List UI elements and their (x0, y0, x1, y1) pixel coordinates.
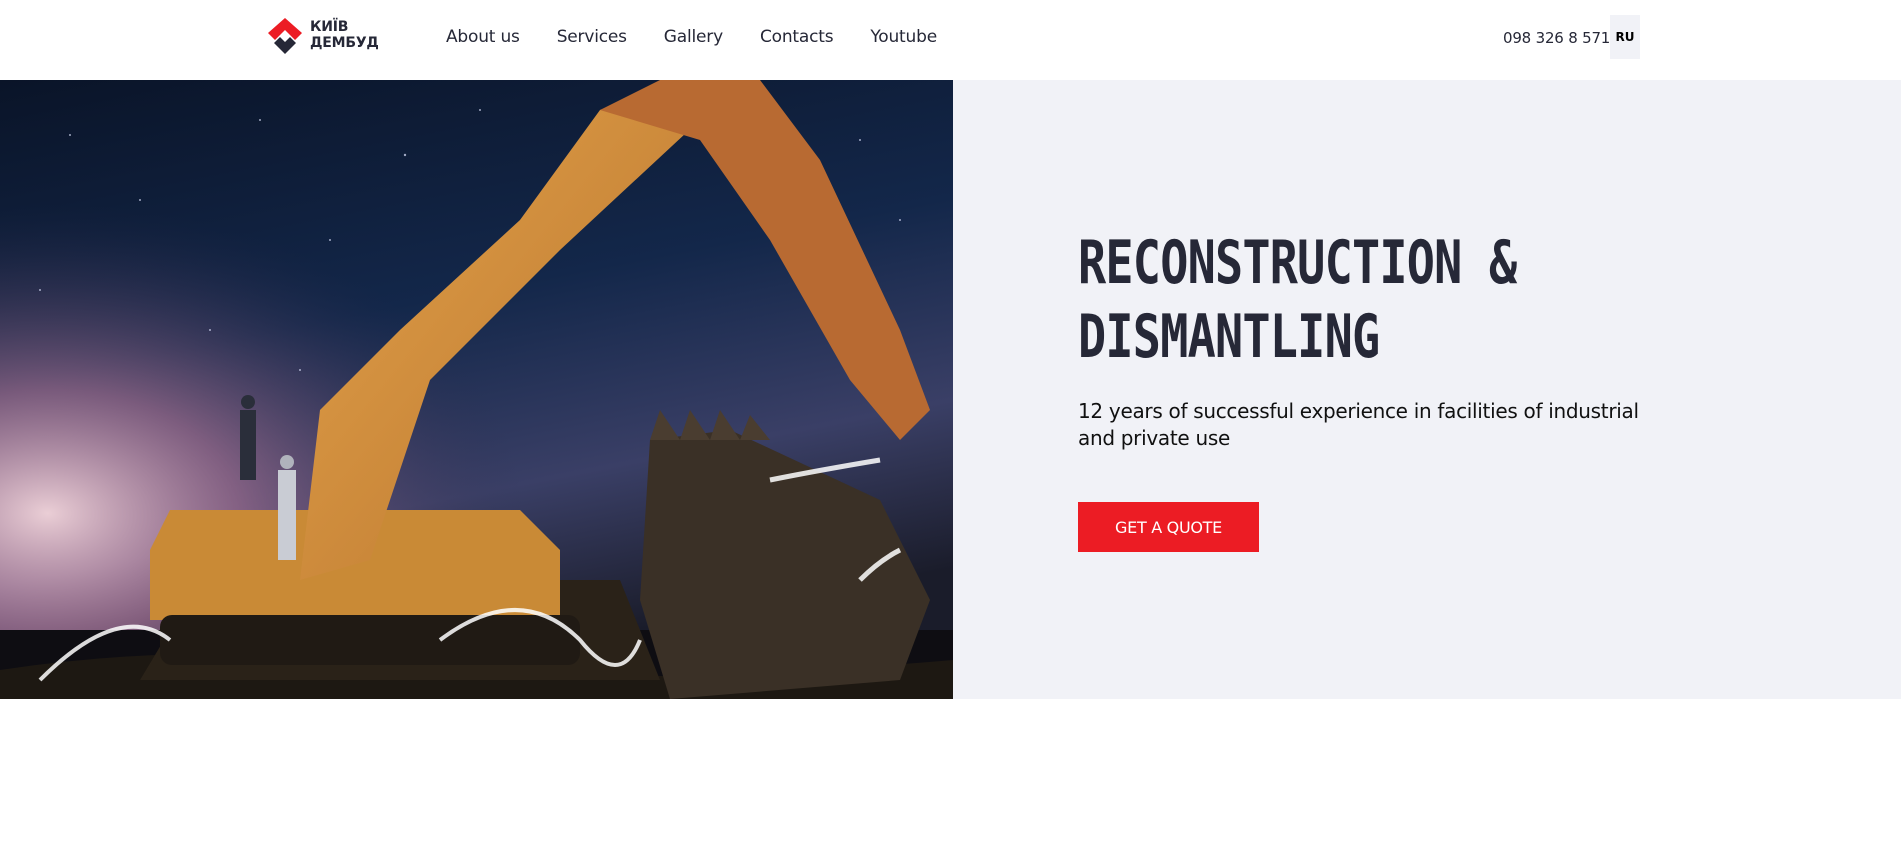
nav-youtube[interactable]: Youtube (870, 27, 937, 47)
main-nav: About us Services Gallery Contacts Youtu… (446, 26, 974, 48)
logo-link[interactable]: КИЇВ ДЕМБУД (266, 16, 384, 54)
site-header: КИЇВ ДЕМБУД About us Services Gallery Co… (0, 0, 1901, 80)
logo-line2: ДЕМБУД (310, 35, 379, 51)
excavator-photo (0, 80, 953, 699)
language-switch-button[interactable]: RU (1610, 15, 1640, 59)
hero-content: RECONSTRUCTION & DISMANTLING 12 years of… (1078, 226, 1698, 552)
phone-link[interactable]: 098 326 8 571 (1503, 29, 1610, 47)
nav-about-us[interactable]: About us (446, 27, 520, 47)
logo-icon (268, 18, 302, 54)
hero-section: RECONSTRUCTION & DISMANTLING 12 years of… (0, 80, 1901, 699)
logo-line1: КИЇВ (310, 19, 349, 35)
hero-title-line1: RECONSTRUCTION & (1078, 228, 1517, 298)
hero-title: RECONSTRUCTION & DISMANTLING (1078, 226, 1702, 374)
logo-text: КИЇВ ДЕМБУД (310, 19, 379, 51)
nav-contacts[interactable]: Contacts (760, 27, 834, 47)
hero-title-line2: DISMANTLING (1078, 302, 1380, 372)
nav-gallery[interactable]: Gallery (664, 27, 723, 47)
hero-subtitle: 12 years of successful experience in fac… (1078, 399, 1639, 450)
nav-services[interactable]: Services (557, 27, 627, 47)
get-a-quote-button[interactable]: GET A QUOTE (1078, 502, 1259, 552)
